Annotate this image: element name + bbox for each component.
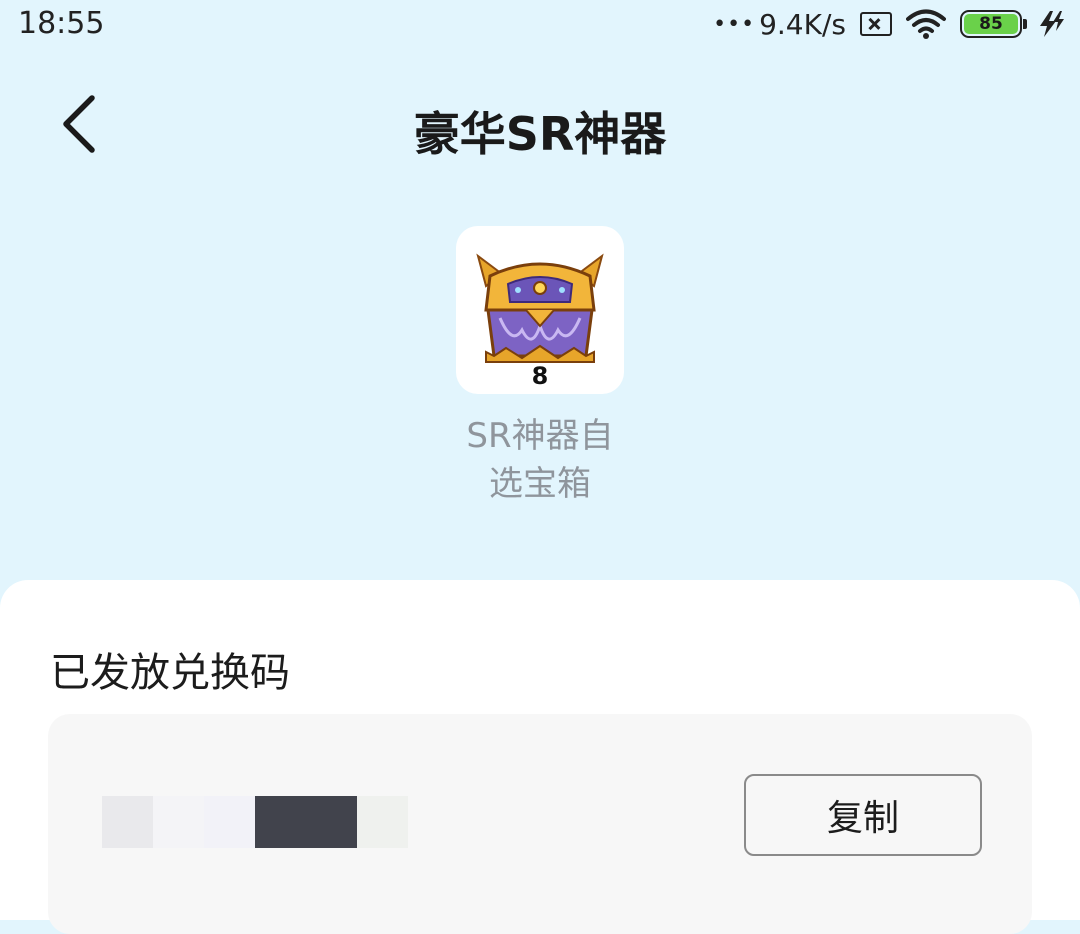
status-time: 18:55	[18, 6, 105, 41]
masked-block	[102, 796, 153, 848]
section-title: 已发放兑换码	[50, 650, 290, 696]
code-box: 复制	[48, 714, 1032, 934]
status-bar: 18:55 ••• 9.4K/s 85	[0, 0, 1080, 48]
more-dots: •••	[713, 11, 756, 37]
charging-icon	[1040, 11, 1064, 37]
copy-button[interactable]: 复制	[744, 774, 982, 856]
item-name-line-2: 选宝箱	[489, 464, 591, 504]
page-title: 豪华SR神器	[413, 107, 667, 161]
masked-block	[255, 796, 357, 848]
sim-x-icon	[860, 12, 892, 36]
battery-level: 85	[964, 14, 1018, 34]
masked-block	[357, 796, 408, 848]
wifi-icon	[906, 9, 946, 39]
redemption-code-masked	[102, 796, 408, 848]
item-card[interactable]: 8	[456, 226, 624, 394]
item-name-line-1: SR神器自	[466, 416, 614, 456]
battery-icon: 85	[960, 10, 1027, 38]
masked-block	[153, 796, 204, 848]
network-speed: 9.4K/s	[759, 7, 846, 41]
item-name: SR神器自 选宝箱	[440, 412, 640, 508]
masked-block	[204, 796, 255, 848]
status-icons: ••• 9.4K/s 85	[713, 6, 1066, 42]
treasure-chest-icon	[476, 253, 604, 363]
item-count: 8	[531, 362, 549, 390]
codes-sheet: 已发放兑换码 复制	[0, 580, 1080, 934]
